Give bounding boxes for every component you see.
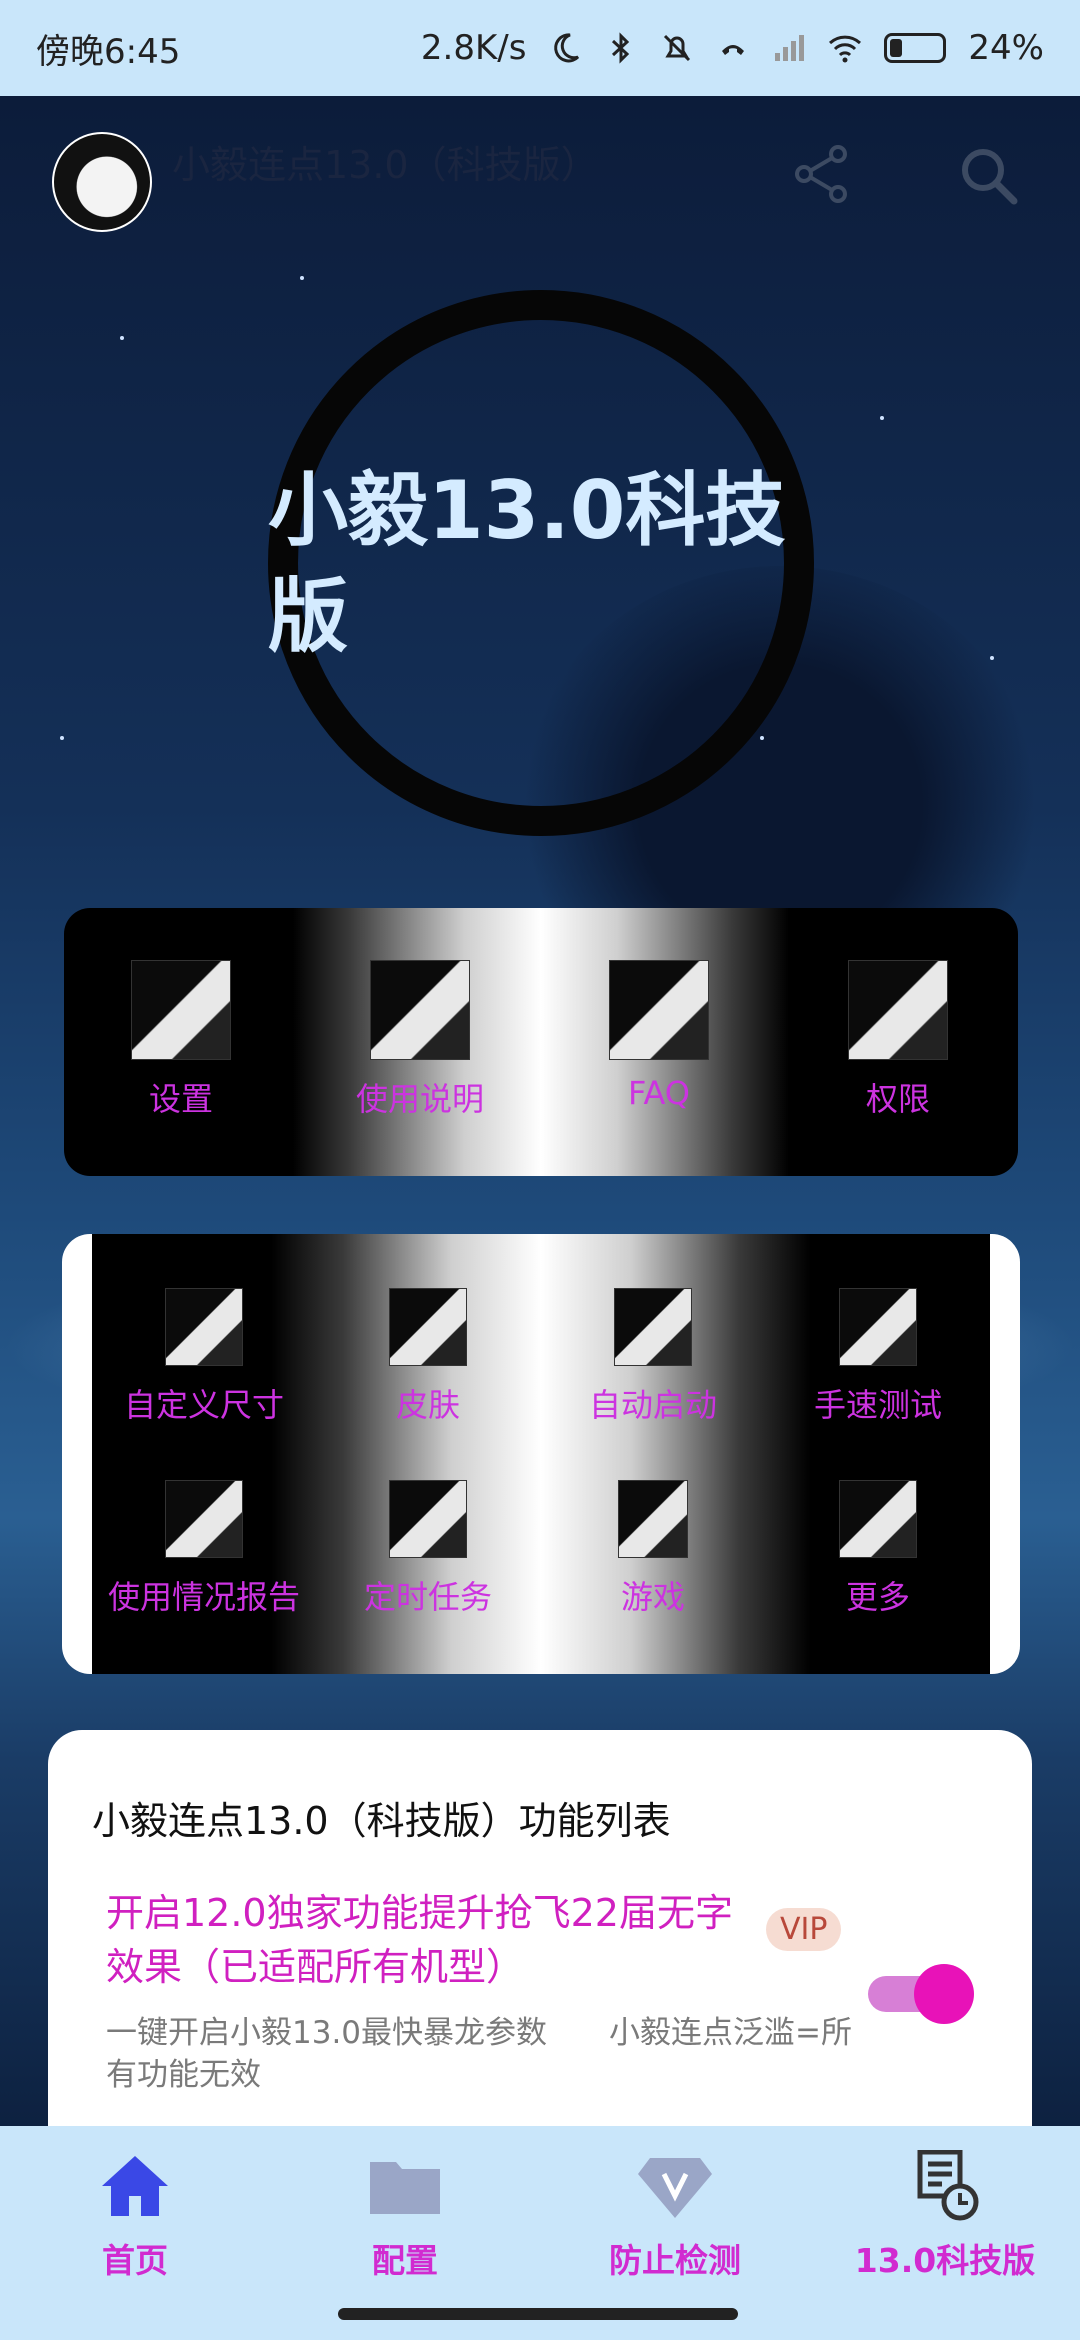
function-toggle-switch[interactable]: [868, 1964, 974, 2024]
menu-item-permissions[interactable]: 权限: [803, 960, 993, 1120]
folder-icon: [370, 2162, 440, 2214]
feature-item-auto-start[interactable]: 自动启动: [541, 1288, 765, 1426]
avatar-thumbnail-icon: [165, 1480, 243, 1558]
net-speed: 2.8K/s: [420, 28, 527, 68]
menu-item-label: 使用说明: [355, 1080, 484, 1118]
feature-item-label: 皮肤: [395, 1386, 460, 1424]
status-time: 傍晚6:45: [36, 31, 181, 72]
avatar-thumbnail-icon: [839, 1480, 917, 1558]
avatar-thumbnail-icon: [848, 960, 948, 1060]
feature-item-custom-size[interactable]: 自定义尺寸: [92, 1288, 316, 1426]
quick-menu-card: 设置 使用说明 FAQ 权限: [64, 908, 1018, 1176]
battery-icon: [884, 33, 947, 63]
hero-title: 小毅13.0科技版: [268, 464, 786, 663]
feature-item-usage-report[interactable]: 使用情况报告: [92, 1480, 316, 1618]
feature-item-label: 自动启动: [588, 1386, 717, 1424]
feature-item-speed-test[interactable]: 手速测试: [766, 1288, 990, 1426]
feature-item-label: 定时任务: [363, 1578, 492, 1616]
moon-icon: [554, 33, 580, 63]
bell-off-icon: [664, 34, 691, 62]
feature-item-label: 自定义尺寸: [123, 1386, 284, 1424]
call-missed-icon: [722, 45, 745, 55]
avatar-thumbnail-icon: [389, 1288, 467, 1366]
avatar-thumbnail-icon: [614, 1288, 692, 1366]
avatar-thumbnail-icon: [609, 960, 709, 1060]
menu-item-label: 设置: [148, 1080, 213, 1118]
nav-home[interactable]: 首页: [0, 2126, 270, 2296]
nav-label: 首页: [102, 2241, 168, 2280]
bluetooth-icon: [612, 32, 630, 64]
feature-item-more[interactable]: 更多: [766, 1480, 990, 1618]
nav-label: 防止检测: [609, 2241, 741, 2280]
home-indicator[interactable]: [338, 2308, 738, 2320]
nav-anti-detect[interactable]: 防止检测: [540, 2126, 810, 2296]
vip-badge: VIP: [766, 1908, 842, 1951]
share-icon[interactable]: [790, 142, 854, 206]
app-title: 小毅连点13.0（科技版）: [172, 143, 599, 187]
feature-item-scheduled-task[interactable]: 定时任务: [316, 1480, 540, 1618]
feature-item-games[interactable]: 游戏: [541, 1480, 765, 1618]
home-icon: [102, 2156, 168, 2216]
function-list-header: 小毅连点13.0（科技版）功能列表: [92, 1799, 671, 1843]
feature-item-label: 使用情况报告: [107, 1578, 300, 1616]
avatar-thumbnail-icon: [839, 1288, 917, 1366]
status-bar: 傍晚6:45 2.8K/s 24%: [0, 0, 1080, 96]
feature-item-label: 游戏: [620, 1578, 685, 1616]
nav-label: 13.0科技版: [854, 2241, 1036, 2280]
wifi-icon: [829, 35, 862, 63]
nav-tech-edition[interactable]: 13.0科技版: [810, 2126, 1080, 2296]
function-list-card: 小毅连点13.0（科技版）功能列表 开启12.0独家功能提升抢飞22届无字效果（…: [48, 1730, 1032, 2150]
feature-item-label: 更多: [845, 1578, 910, 1616]
function-item-description: 一键开启小毅13.0最快暴龙参数 小毅连点泛滥=所有功能无效: [106, 2015, 852, 2093]
battery-percent: 24%: [968, 28, 1044, 68]
avatar-thumbnail-icon: [165, 1288, 243, 1366]
avatar-thumbnail-icon: [389, 1480, 467, 1558]
signal-icon: [775, 35, 805, 61]
function-item-title[interactable]: 开启12.0独家功能提升抢飞22届无字效果（已适配所有机型）: [106, 1886, 746, 1994]
avatar-thumbnail-icon: [131, 960, 231, 1060]
menu-item-instructions[interactable]: 使用说明: [325, 960, 515, 1120]
feature-grid-card: 自定义尺寸 皮肤 自动启动 手速测试 使用情况报告 定时任务 游戏 更多: [62, 1234, 1020, 1674]
avatar[interactable]: [52, 132, 152, 232]
feature-item-label: 手速测试: [813, 1386, 942, 1424]
avatar-thumbnail-icon: [370, 960, 470, 1060]
nav-config[interactable]: 配置: [270, 2126, 540, 2296]
search-icon[interactable]: [955, 142, 1021, 208]
diamond-icon: [638, 2158, 712, 2218]
nav-label: 配置: [372, 2241, 438, 2280]
bottom-navigation: 首页 配置 防止检测 13.0科技版: [0, 2126, 1080, 2296]
feature-item-skin[interactable]: 皮肤: [316, 1288, 540, 1426]
menu-item-settings[interactable]: 设置: [86, 960, 276, 1120]
toggle-knob: [914, 1964, 974, 2024]
menu-item-faq[interactable]: FAQ: [564, 960, 754, 1112]
document-clock-icon: [917, 2150, 979, 2221]
menu-item-label: 权限: [865, 1080, 930, 1118]
menu-item-label: FAQ: [628, 1074, 690, 1112]
avatar-thumbnail-icon: [618, 1480, 688, 1558]
